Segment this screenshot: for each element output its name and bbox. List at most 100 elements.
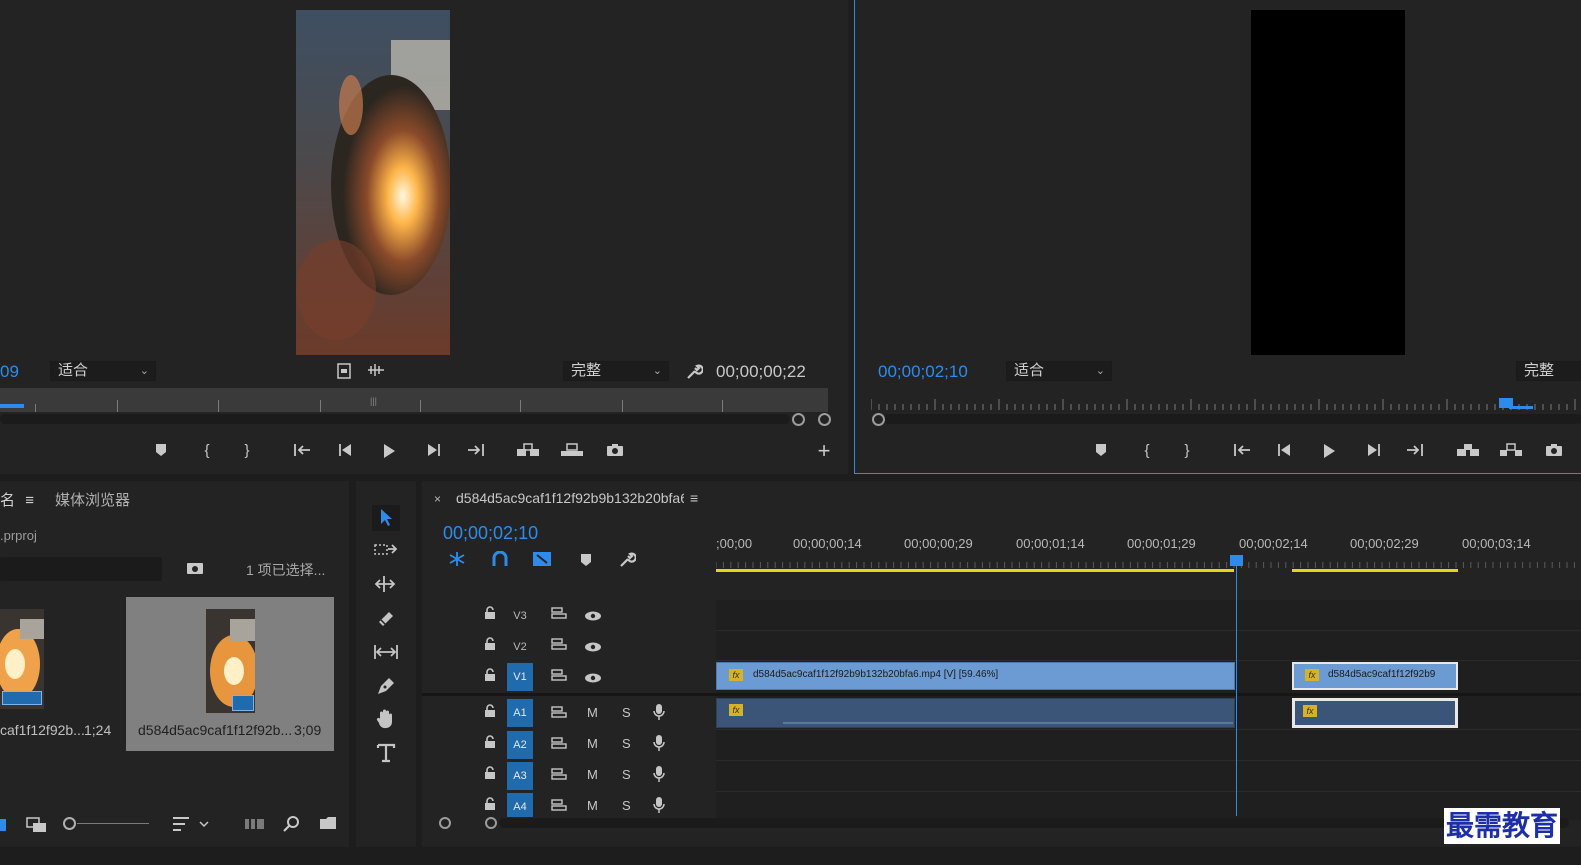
video-audio-divider[interactable] [422,693,1581,696]
panel-menu-icon[interactable]: ≡ [25,492,34,509]
playhead-line[interactable] [1236,566,1237,816]
eye-icon[interactable] [584,671,602,686]
eye-icon[interactable] [584,640,602,655]
zoom-handle-right[interactable] [485,817,497,829]
zoom-handle-left[interactable] [792,413,805,426]
mute-button[interactable]: M [587,767,598,782]
type-tool-icon[interactable] [372,740,400,766]
project-search-input[interactable] [0,557,162,581]
track-label-a3[interactable]: A3 [507,762,533,790]
track-select-tool-icon[interactable] [372,538,400,564]
list-view-icon[interactable] [0,819,6,831]
solo-button[interactable]: S [622,767,631,782]
add-marker-icon[interactable] [1090,441,1112,461]
zoom-handle-left[interactable] [439,817,451,829]
pen-tool-icon[interactable] [372,673,400,699]
timeline-time-ruler[interactable] [715,554,1581,568]
step-forward-icon[interactable] [422,441,444,461]
mark-out-icon[interactable]: } [1176,441,1198,461]
solo-button[interactable]: S [622,798,631,813]
project-item[interactable]: caf1f12f92b... 1;24 [0,597,122,751]
drag-video-only-icon[interactable] [333,361,355,381]
mute-button[interactable]: M [587,705,598,720]
slip-tool-icon[interactable] [372,639,400,665]
overwrite-icon[interactable] [559,441,585,461]
extract-icon[interactable] [1498,441,1524,461]
microphone-icon[interactable] [653,796,665,817]
video-clip-2[interactable]: fx d584d5ac9caf1f12f92b9 [1292,662,1458,690]
microphone-icon[interactable] [653,734,665,755]
sync-lock-icon[interactable] [551,706,567,721]
razor-tool-icon[interactable] [372,605,400,631]
step-back-icon[interactable] [1274,441,1296,461]
lock-icon[interactable] [484,735,496,752]
timeline-settings-icon[interactable] [618,551,637,572]
zoom-handle-right[interactable] [818,413,831,426]
automate-to-sequence-icon[interactable] [244,818,266,833]
timeline-zoom-scrollbar[interactable] [499,818,1569,828]
sequence-tab-name[interactable]: d584d5ac9caf1f12f92b9b132b20bfa6 [456,490,684,506]
tab-media-browser[interactable]: 媒体浏览器 [55,489,130,510]
find-icon[interactable] [283,815,301,836]
work-area-bar[interactable] [1292,569,1458,572]
snap-icon[interactable] [448,551,466,570]
sync-lock-icon[interactable] [551,768,567,783]
solo-button[interactable]: S [622,736,631,751]
go-to-in-icon[interactable] [1232,441,1254,461]
track-label-a4[interactable]: A4 [507,793,533,817]
sync-lock-icon[interactable] [551,669,567,684]
solo-button[interactable]: S [622,705,631,720]
wrench-icon[interactable] [683,361,705,381]
sort-icons-icon[interactable] [172,815,212,836]
step-forward-icon[interactable] [1362,441,1384,461]
sync-lock-icon[interactable] [551,638,567,653]
lift-icon[interactable] [1455,441,1481,461]
zoom-handle-left[interactable] [872,413,885,426]
program-quality-dropdown[interactable]: 完整 [1516,361,1581,381]
mark-in-icon[interactable]: { [1136,441,1158,461]
close-sequence-icon[interactable]: × [434,492,441,506]
microphone-icon[interactable] [653,703,665,724]
lock-icon[interactable] [484,606,496,623]
track-label-v1[interactable]: V1 [507,663,533,691]
sync-lock-icon[interactable] [551,799,567,814]
panel-menu-icon[interactable]: ≡ [690,490,698,506]
add-button-icon[interactable]: + [813,440,835,462]
zoom-slider-track[interactable] [77,823,149,824]
new-bin-icon[interactable] [319,816,337,833]
track-label-a1[interactable]: A1 [507,699,533,727]
microphone-icon[interactable] [653,765,665,786]
lock-icon[interactable] [484,704,496,721]
play-icon[interactable] [1318,441,1340,461]
mark-in-icon[interactable]: { [196,441,218,461]
program-fit-dropdown[interactable]: 适合 ⌄ [1006,361,1112,381]
go-to-out-icon[interactable] [464,441,486,461]
hand-tool-icon[interactable] [372,706,400,732]
sync-lock-icon[interactable] [551,737,567,752]
step-back-icon[interactable] [335,441,357,461]
freeform-view-icon[interactable] [26,817,48,836]
eye-icon[interactable] [584,609,602,624]
zoom-slider-handle[interactable] [63,817,76,830]
add-edit-icon[interactable] [532,551,552,570]
lock-icon[interactable] [484,766,496,783]
go-to-out-icon[interactable] [1403,441,1425,461]
mute-button[interactable]: M [587,736,598,751]
program-time-ruler[interactable] [870,394,1581,414]
selection-tool-icon[interactable] [372,505,400,531]
work-area-bar[interactable] [716,569,1234,572]
mark-out-icon[interactable]: } [236,441,258,461]
export-frame-icon[interactable] [604,441,626,461]
track-label-v3[interactable]: V3 [507,602,533,630]
add-marker-icon[interactable] [150,441,172,461]
tab-project[interactable]: 名 ≡ [0,489,34,510]
source-time-ruler[interactable]: ||| [0,388,828,412]
track-label-v2[interactable]: V2 [507,633,533,661]
sync-lock-icon[interactable] [551,607,567,622]
source-quality-dropdown[interactable]: 完整 ⌄ [563,361,669,381]
timeline-timecode[interactable]: 00;00;02;10 [443,523,538,544]
play-icon[interactable] [378,441,400,461]
ripple-edit-tool-icon[interactable] [372,571,400,597]
program-timecode[interactable]: 00;00;02;10 [878,362,968,382]
source-zoom-scrollbar[interactable] [0,414,790,424]
